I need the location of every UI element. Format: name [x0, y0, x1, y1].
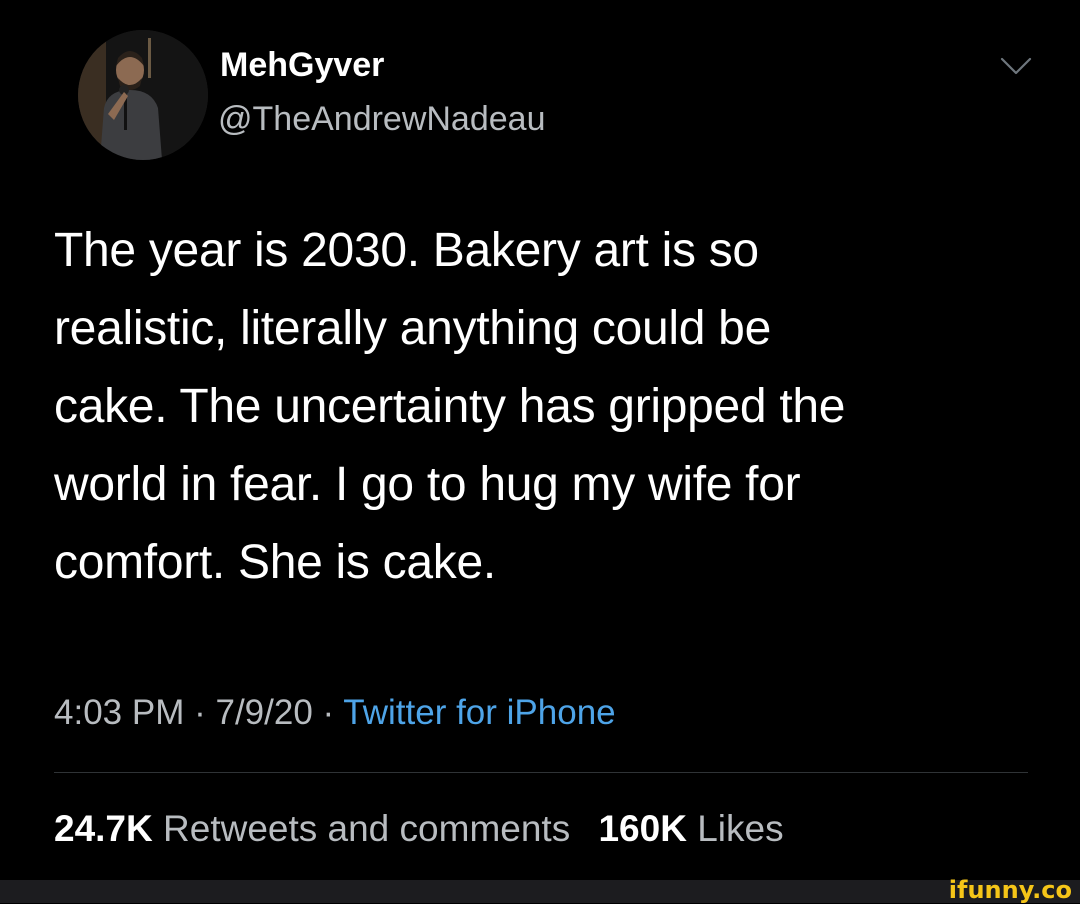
tweet-card: MehGyver @TheAndrewNadeau The year is 20… [0, 0, 1080, 880]
display-name[interactable]: MehGyver [220, 44, 384, 86]
tweet-stats: 24.7K Retweets and comments 160K Likes [54, 806, 784, 852]
tweet-text-line: world in fear. I go to hug my wife for [54, 458, 801, 511]
tweet-text-line: cake. The uncertainty has gripped the [54, 380, 846, 433]
retweets-count: 24.7K [54, 808, 153, 849]
avatar[interactable] [78, 30, 208, 160]
likes-stat[interactable]: 160K Likes [598, 808, 783, 849]
likes-label: Likes [697, 808, 784, 849]
avatar-photo [78, 30, 208, 160]
user-handle[interactable]: @TheAndrewNadeau [218, 98, 545, 140]
tweet-source-link[interactable]: Twitter for iPhone [343, 693, 615, 732]
separator-dot: · [322, 693, 335, 732]
divider [54, 772, 1028, 773]
chevron-down-icon[interactable] [1000, 56, 1032, 76]
tweet-text: The year is 2030. Bakery art is so reali… [54, 212, 1034, 602]
retweets-label: Retweets and comments [163, 808, 571, 849]
retweets-stat[interactable]: 24.7K Retweets and comments [54, 808, 580, 849]
tweet-text-line: The year is 2030. Bakery art is so [54, 224, 759, 277]
separator-dot: · [194, 693, 206, 732]
likes-count: 160K [598, 808, 687, 849]
tweet-metadata: 4:03 PM · 7/9/20 · Twitter for iPhone [54, 690, 616, 736]
tweet-text-line: comfort. She is cake. [54, 536, 496, 589]
tweet-date: 7/9/20 [215, 693, 313, 732]
footer-bar [0, 880, 1080, 903]
watermark-logo: ifunny.co [948, 876, 1072, 904]
tweet-text-line: realistic, literally anything could be [54, 302, 771, 355]
tweet-time: 4:03 PM [54, 693, 185, 732]
